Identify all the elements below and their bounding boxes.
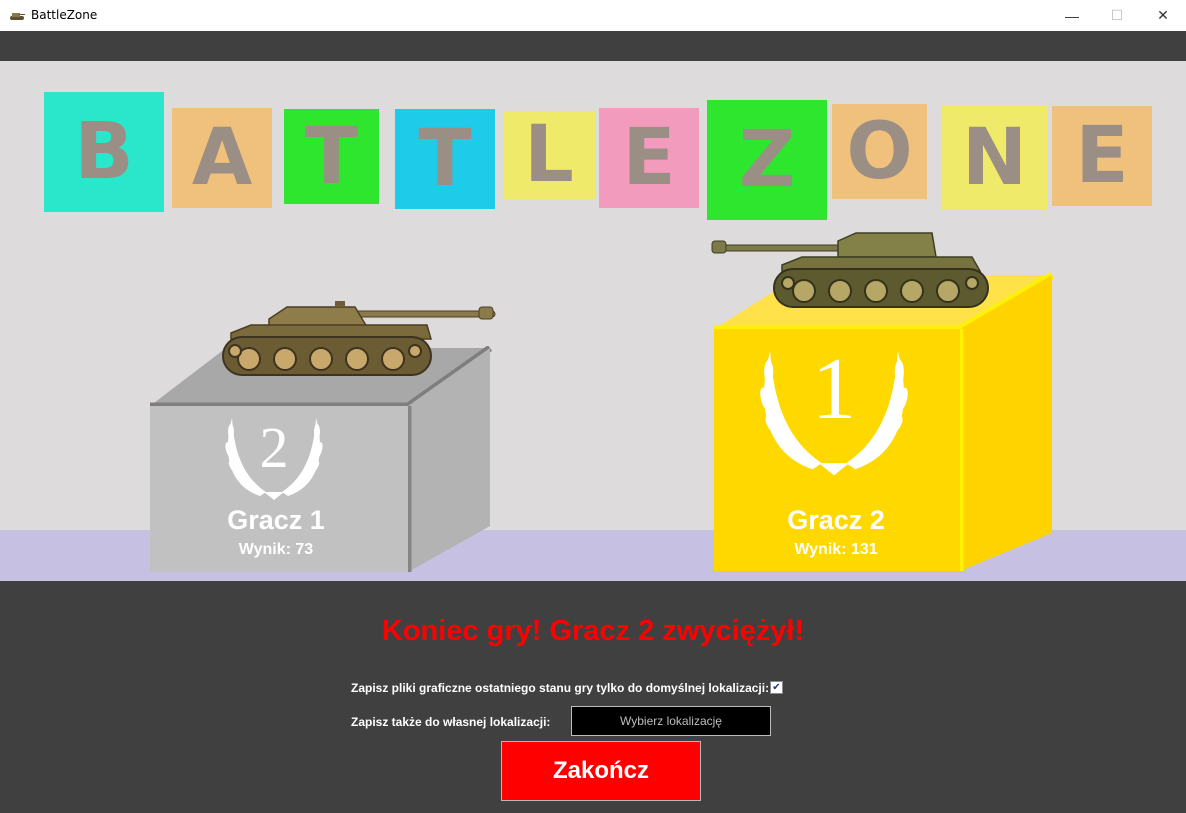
top-band [0, 31, 1186, 61]
logo-letter-z: Z [707, 100, 827, 220]
maximize-button[interactable]: ☐ [1094, 0, 1140, 31]
logo-letter-t: T [395, 109, 495, 209]
logo-letter-l: L [503, 111, 595, 199]
logo-letter-e: E [599, 108, 699, 208]
logo-letter-e: E [1052, 106, 1152, 206]
logo-letter-a: A [172, 108, 272, 208]
player-name-first: Gracz 2 [787, 505, 885, 535]
podium-scene: B A T T L E Z O N E 2 1 Gracz 1 Wynik: 7… [0, 61, 1186, 581]
logo-letter-n: N [942, 105, 1047, 210]
tank-icon [10, 13, 25, 20]
title-bar: BattleZone — ☐ ✕ [0, 0, 1186, 32]
logo-letter-o: O [832, 104, 927, 199]
choose-location-button[interactable]: Wybierz lokalizację [571, 706, 771, 736]
logo-letter-t: T [284, 109, 379, 204]
rank-second-number: 2 [259, 415, 289, 480]
score-second: Wynik: 73 [238, 541, 314, 558]
save-default-checkbox[interactable]: ✔ [770, 681, 783, 694]
score-first: Wynik: 131 [794, 541, 878, 558]
tank-second-place [222, 301, 496, 376]
game-over-message: Koniec gry! Gracz 2 zwyciężył! [381, 615, 805, 647]
save-custom-label: Zapisz także do własnej lokalizacji: [351, 715, 551, 729]
player-name-second: Gracz 1 [227, 505, 325, 535]
minimize-button[interactable]: — [1049, 0, 1095, 31]
tank-first-place [711, 232, 989, 308]
window-title: BattleZone [31, 8, 98, 22]
save-default-label: Zapisz pliki graficzne ostatniego stanu … [351, 681, 770, 695]
logo-letter-b: B [44, 92, 164, 212]
close-button[interactable]: ✕ [1140, 0, 1186, 31]
end-button[interactable]: Zakończ [501, 741, 701, 801]
rank-first-number: 1 [812, 341, 856, 438]
